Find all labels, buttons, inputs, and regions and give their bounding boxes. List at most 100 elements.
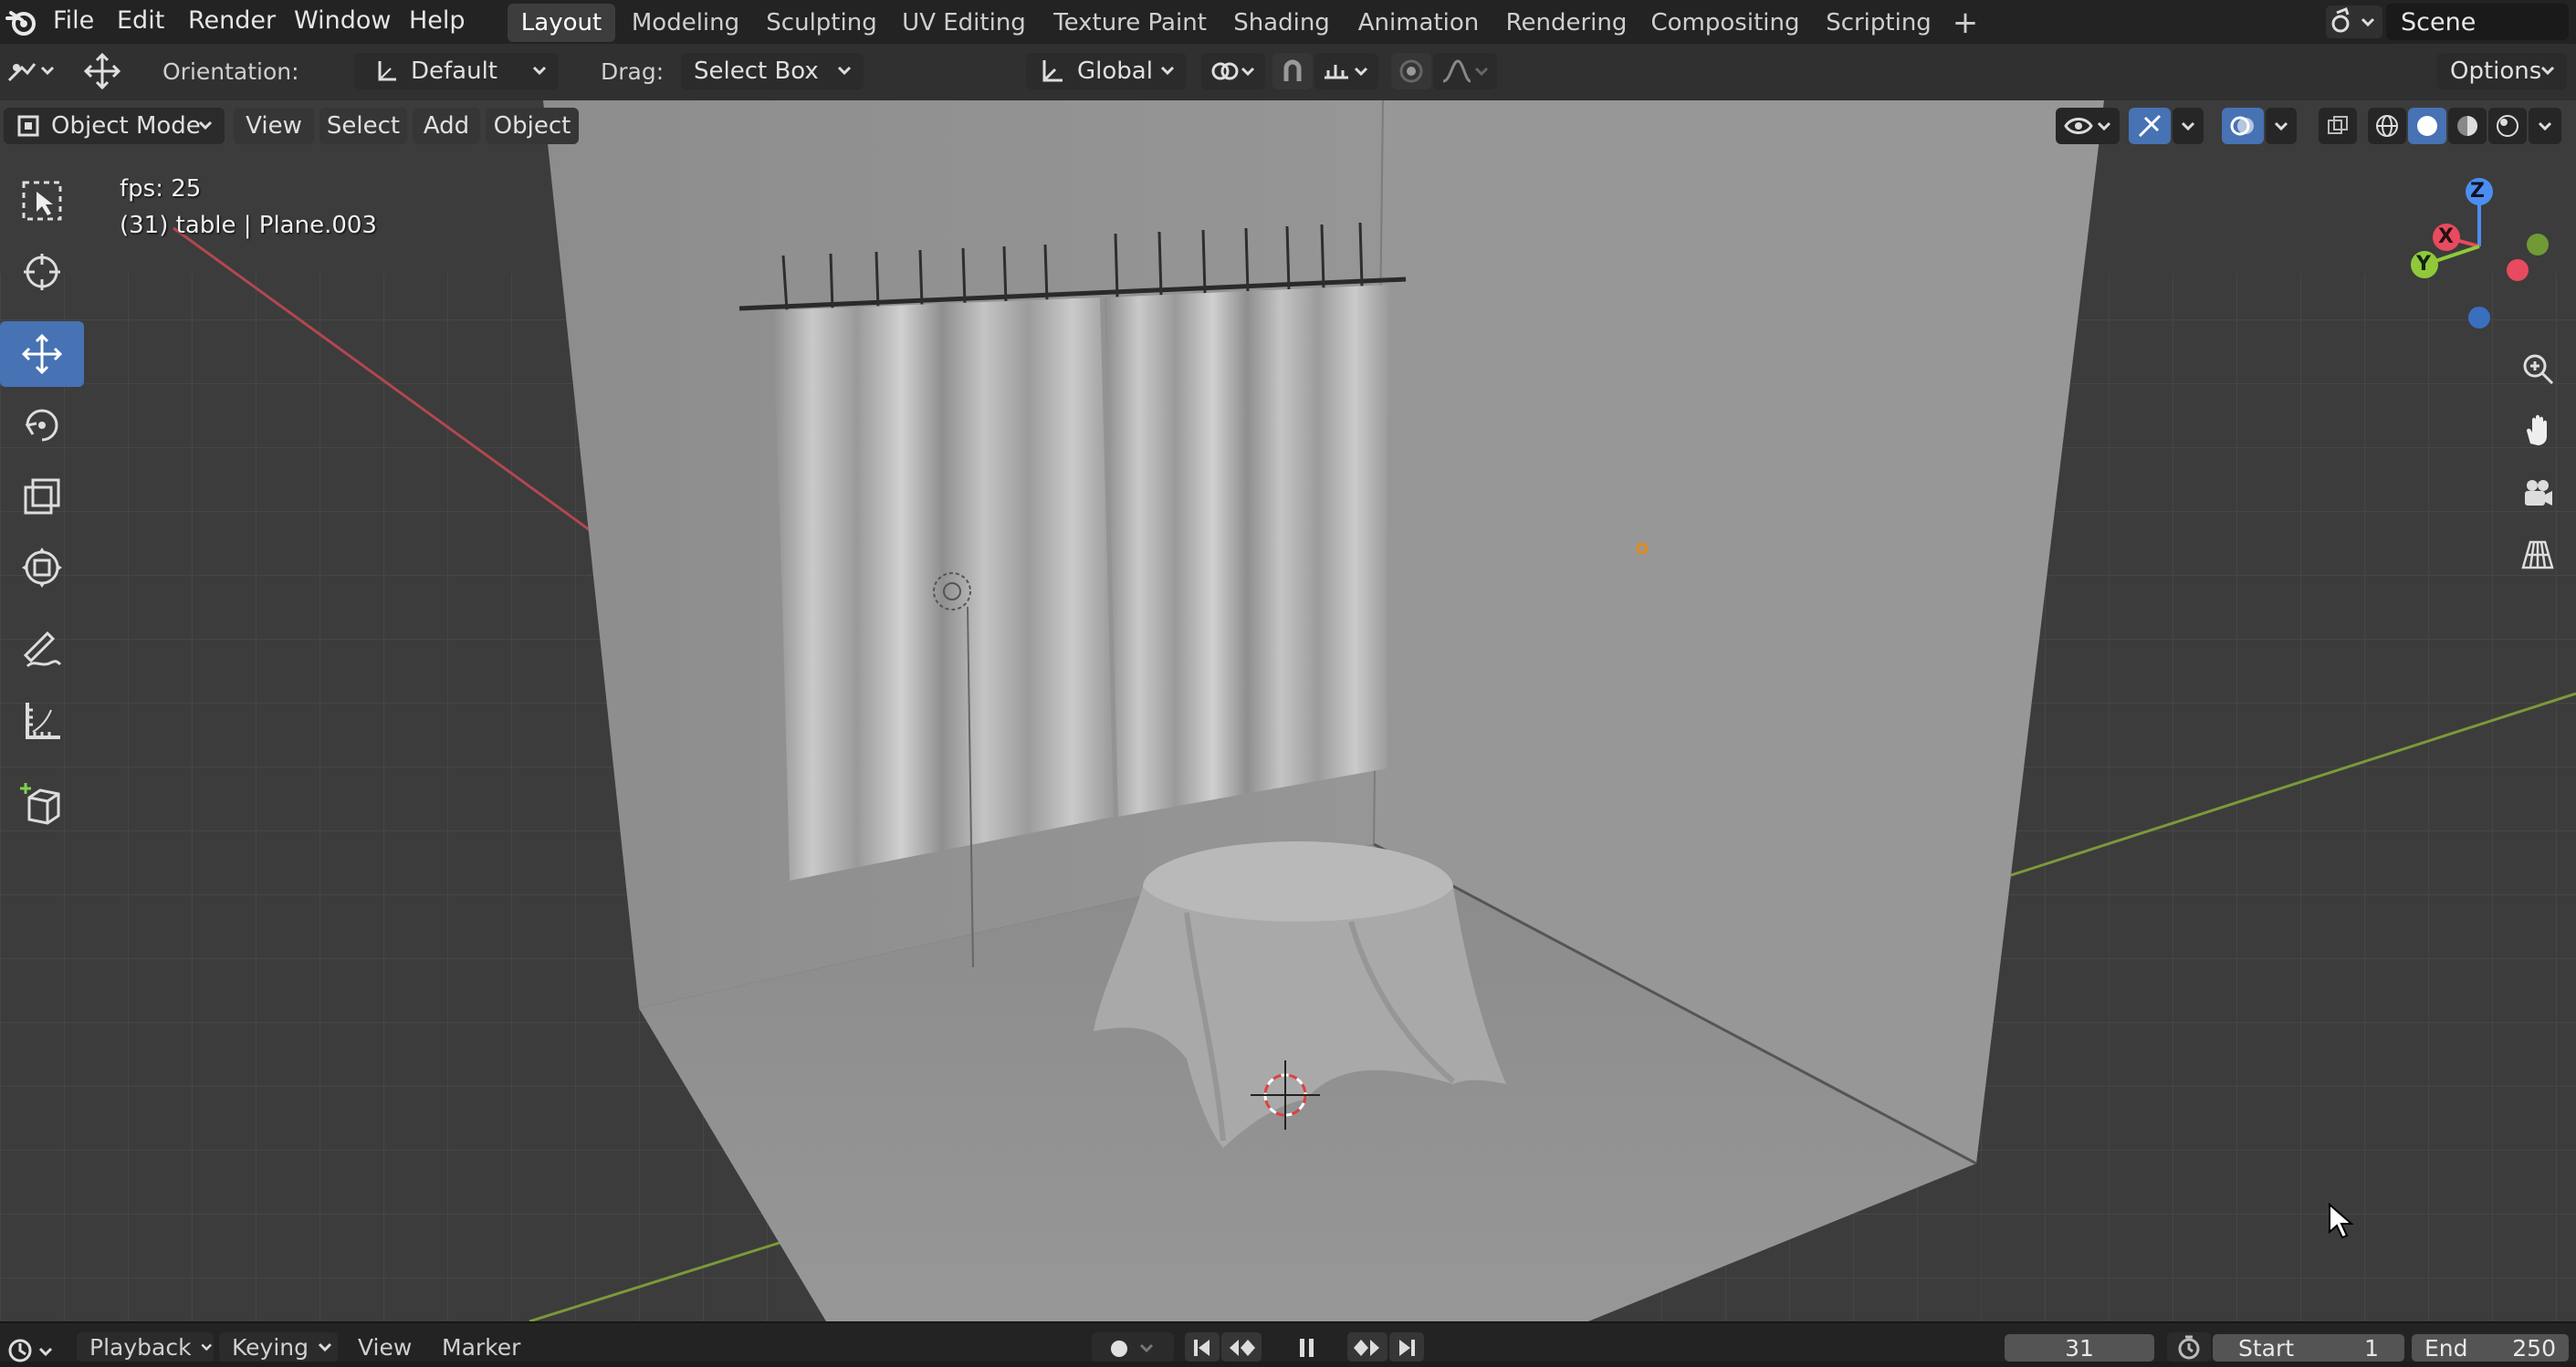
object-menu-button[interactable]: Object: [486, 108, 579, 144]
tab-uv-editing[interactable]: UV Editing: [896, 4, 1031, 42]
tab-texture-paint[interactable]: Texture Paint: [1046, 4, 1214, 42]
move-icon: [21, 333, 63, 375]
tool-cursor[interactable]: [0, 239, 84, 305]
zoom-magnifier-icon: [2523, 354, 2554, 385]
pan-button[interactable]: [2510, 403, 2565, 458]
view-menu-button[interactable]: View: [234, 108, 314, 144]
left-toolbar: [0, 168, 84, 843]
timeline-view-menu[interactable]: View: [358, 1332, 412, 1362]
tab-scripting[interactable]: Scripting: [1817, 4, 1941, 42]
menu-window[interactable]: Window: [294, 0, 391, 40]
scene-name-field[interactable]: Scene: [2386, 4, 2569, 40]
camera-view-button[interactable]: [2510, 465, 2565, 520]
tab-compositing[interactable]: Compositing: [1649, 4, 1802, 42]
menu-file[interactable]: File: [53, 0, 94, 40]
gizmo-neg-z: [2468, 307, 2490, 329]
gizmo-neg-y: [2527, 234, 2549, 256]
jump-to-end-button[interactable]: [1389, 1332, 1424, 1362]
move-tool-icon: [83, 52, 121, 90]
current-frame-field[interactable]: 31: [2005, 1334, 2154, 1362]
gizmo-neg-x: [2507, 259, 2529, 281]
shading-material-button[interactable]: [2448, 108, 2487, 144]
keyframe-forward-icon: [1354, 1340, 1379, 1356]
object-mode-icon: [16, 114, 40, 138]
marker-menu[interactable]: Marker: [442, 1332, 520, 1362]
active-object-label: (31) table | Plane.003: [120, 212, 377, 239]
menu-render[interactable]: Render: [188, 0, 276, 40]
end-frame-field[interactable]: End 250: [2412, 1334, 2569, 1362]
tab-layout[interactable]: Layout: [508, 4, 615, 42]
playback-label: Playback: [89, 1333, 192, 1361]
shading-wireframe-button[interactable]: [2368, 108, 2406, 144]
jump-to-start-button[interactable]: [1185, 1332, 1220, 1362]
editor-type-icon[interactable]: [5, 55, 58, 88]
gizmo-options-dropdown[interactable]: [2173, 108, 2204, 144]
shading-options-dropdown[interactable]: [2529, 108, 2561, 144]
tool-transform[interactable]: [0, 535, 84, 600]
overlays-toggle-button[interactable]: [2222, 108, 2264, 144]
tool-measure[interactable]: [0, 688, 84, 754]
use-preview-range-button[interactable]: [2167, 1332, 2211, 1362]
jump-to-keyframe-back-button[interactable]: [1221, 1332, 1262, 1362]
tool-select-box[interactable]: [0, 168, 84, 234]
overlays-options-dropdown[interactable]: [2266, 108, 2297, 144]
menu-help[interactable]: Help: [409, 0, 466, 40]
tab-animation[interactable]: Animation: [1349, 4, 1488, 42]
proportional-edit-icon: [1399, 59, 1423, 83]
select-menu-button[interactable]: Select: [319, 108, 407, 144]
gizmo-z-label: Z: [2470, 180, 2485, 203]
orientation-label: Orientation:: [162, 58, 299, 85]
orientation-dropdown[interactable]: Default: [354, 53, 559, 89]
chevron-down-icon: [200, 1343, 212, 1351]
right-curtain: [1105, 285, 1389, 817]
keying-menu[interactable]: Keying: [219, 1332, 338, 1362]
tool-annotate[interactable]: [0, 617, 84, 683]
transform-orientation-dropdown[interactable]: Global: [1026, 53, 1187, 89]
playback-menu[interactable]: Playback: [77, 1332, 214, 1362]
zoom-button[interactable]: [2510, 341, 2565, 396]
chevron-down-icon: [532, 66, 547, 76]
tab-shading[interactable]: Shading: [1229, 4, 1335, 42]
tool-rotate[interactable]: [0, 392, 84, 458]
proportional-falloff-dropdown[interactable]: [1433, 53, 1497, 89]
gizmo-toggle-button[interactable]: [2129, 108, 2171, 144]
timeline-editor-type-icon[interactable]: [5, 1334, 60, 1363]
visibility-dropdown[interactable]: [2056, 108, 2120, 144]
eye-icon: [2064, 118, 2111, 134]
tab-modeling[interactable]: Modeling: [624, 4, 747, 42]
tool-add-cube[interactable]: [0, 770, 84, 836]
scene-selector-icon[interactable]: [2326, 5, 2382, 38]
shading-rendered-button[interactable]: [2488, 108, 2527, 144]
start-frame-field[interactable]: Start 1: [2213, 1334, 2404, 1362]
chevron-down-icon: [2538, 121, 2552, 131]
left-curtain: [771, 297, 1114, 881]
shading-solid-button[interactable]: [2408, 108, 2446, 144]
snap-increment-icon: [1325, 65, 1368, 79]
add-menu-button[interactable]: Add: [413, 108, 480, 144]
blender-logo-icon[interactable]: [5, 5, 38, 38]
object-mode-dropdown[interactable]: Object Mode: [4, 108, 225, 144]
navigation-gizmo[interactable]: Z X Y: [2392, 168, 2556, 341]
menu-edit[interactable]: Edit: [117, 0, 164, 40]
jump-to-keyframe-forward-button[interactable]: [1347, 1332, 1387, 1362]
viewport-3d[interactable]: fps: 25 (31) table | Plane.003: [0, 100, 2576, 1321]
rotate-icon: [25, 409, 58, 442]
pause-button[interactable]: [1287, 1332, 1327, 1362]
perspective-toggle-button[interactable]: [2510, 527, 2565, 582]
viewport-header: Object Mode View Select Add Object: [0, 102, 2576, 150]
drag-dropdown[interactable]: Select Box: [681, 53, 864, 89]
tab-rendering[interactable]: Rendering: [1503, 4, 1630, 42]
tool-move[interactable]: [0, 321, 84, 387]
pivot-point-button[interactable]: [1201, 53, 1265, 89]
xray-toggle-button[interactable]: [2319, 108, 2357, 144]
auto-keying-button[interactable]: [1092, 1332, 1174, 1362]
start-value: 1: [2364, 1334, 2379, 1362]
tool-scale[interactable]: [0, 464, 84, 529]
add-workspace-button[interactable]: +: [1946, 4, 1984, 42]
snap-toggle-button[interactable]: [1272, 53, 1313, 89]
tab-sculpting[interactable]: Sculpting: [758, 4, 885, 42]
start-label: Start: [2238, 1334, 2295, 1362]
options-dropdown[interactable]: Options: [2437, 53, 2567, 89]
proportional-edit-button[interactable]: [1391, 53, 1431, 89]
snap-target-dropdown[interactable]: [1314, 53, 1378, 89]
